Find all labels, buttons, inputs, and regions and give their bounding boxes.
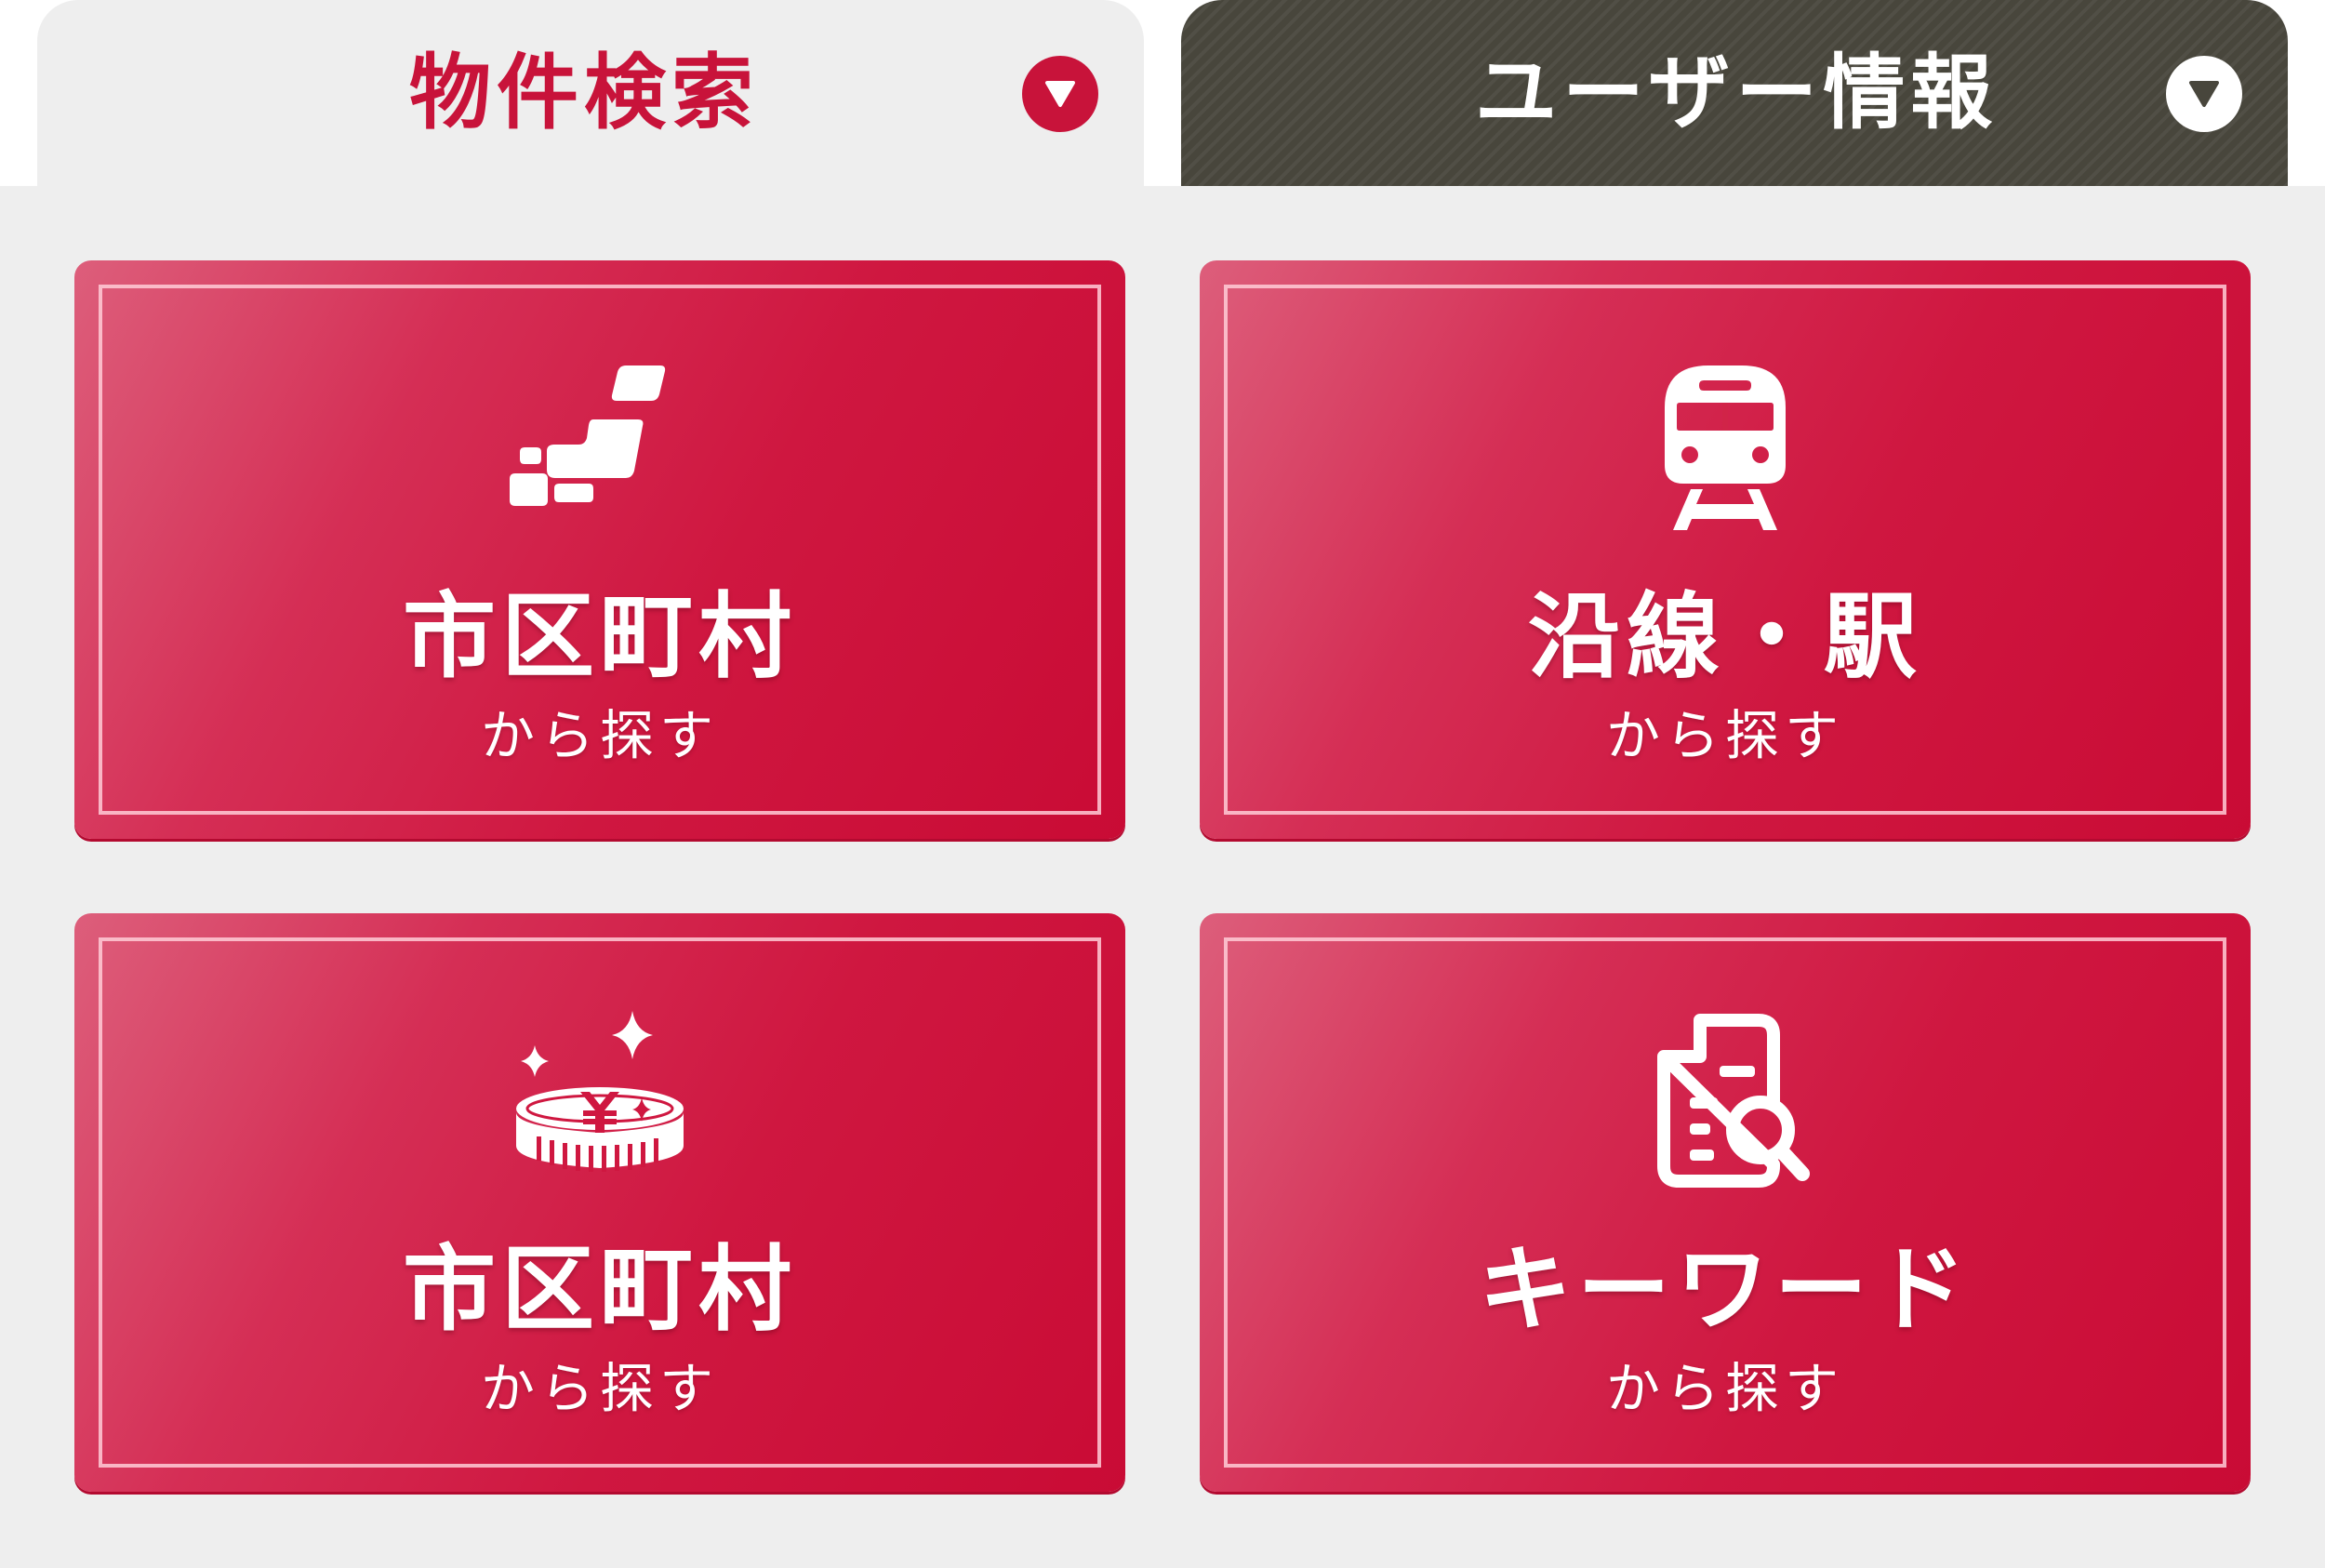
- train-icon: [1623, 353, 1827, 558]
- tab-user-info-label: ユーザー情報: [1475, 45, 1999, 140]
- card-title: 市区町村: [403, 582, 797, 691]
- search-by-line-station-card[interactable]: 沿線・駅 から探す: [1200, 260, 2251, 839]
- yen-coin-icon: [498, 1006, 702, 1211]
- card-title: 市区町村: [403, 1235, 797, 1344]
- search-by-keyword-card[interactable]: キーワード から探す: [1200, 913, 2251, 1492]
- card-subtitle: から探す: [480, 704, 719, 767]
- search-menu-page: 物件検索 ユーザー情報 市区町村 から探す 沿線・駅 から探す 市区町村 から探…: [0, 0, 2325, 1568]
- card-subtitle: から探す: [480, 1357, 719, 1420]
- search-by-price-card[interactable]: 市区町村 から探す: [74, 913, 1125, 1492]
- tab-property-search[interactable]: 物件検索: [37, 0, 1144, 186]
- tab-user-info[interactable]: ユーザー情報: [1181, 0, 2288, 186]
- search-options-panel: 市区町村 から探す 沿線・駅 から探す 市区町村 から探す キーワード から探す: [0, 186, 2325, 1568]
- card-subtitle: から探す: [1605, 1357, 1844, 1420]
- japan-map-icon: [498, 353, 702, 558]
- card-subtitle: から探す: [1605, 704, 1844, 767]
- tab-property-search-label: 物件検索: [409, 45, 760, 140]
- card-title: 沿線・駅: [1528, 582, 1922, 691]
- document-search-icon: [1623, 1006, 1827, 1211]
- card-title: キーワード: [1479, 1235, 1972, 1344]
- search-by-area-card[interactable]: 市区町村 から探す: [74, 260, 1125, 839]
- chevron-down-icon[interactable]: [1022, 56, 1098, 132]
- chevron-down-icon[interactable]: [2166, 56, 2242, 132]
